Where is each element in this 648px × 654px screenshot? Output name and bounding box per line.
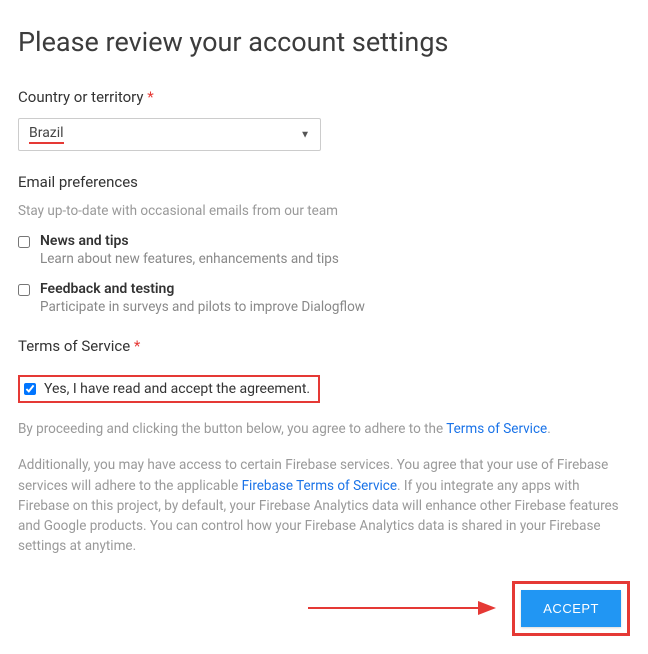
country-select-value: Brazil <box>29 125 64 144</box>
pref-desc: Participate in surveys and pilots to imp… <box>40 299 365 315</box>
pref-feedback-testing: Feedback and testing Participate in surv… <box>18 281 630 315</box>
tos-accept-row: Yes, I have read and accept the agreemen… <box>18 375 320 403</box>
pref-desc: Learn about new features, enhancements a… <box>40 251 339 267</box>
tos-accept-checkbox[interactable] <box>24 383 36 395</box>
email-pref-subtext: Stay up-to-date with occasional emails f… <box>18 203 630 219</box>
email-pref-label: Email preferences <box>18 173 630 191</box>
country-label: Country or territory * <box>18 88 630 106</box>
required-asterisk: * <box>134 337 140 355</box>
country-select[interactable]: Brazil ▼ <box>18 118 321 151</box>
tos-label-text: Terms of Service <box>18 337 130 355</box>
annotation-arrow-icon <box>308 593 498 623</box>
page-title: Please review your account settings <box>18 26 630 58</box>
tos-accept-label: Yes, I have read and accept the agreemen… <box>44 381 310 397</box>
firebase-tos-link[interactable]: Firebase Terms of Service <box>242 478 397 494</box>
accept-button-highlight: ACCEPT <box>512 581 630 636</box>
tos-p1-a: By proceeding and clicking the button be… <box>18 421 446 437</box>
pref-news-tips-checkbox[interactable] <box>18 236 30 248</box>
terms-of-service-link[interactable]: Terms of Service <box>446 421 547 437</box>
tos-label: Terms of Service * <box>18 337 630 355</box>
tos-paragraph-1: By proceeding and clicking the button be… <box>18 419 630 439</box>
pref-feedback-testing-checkbox[interactable] <box>18 284 30 296</box>
chevron-down-icon: ▼ <box>300 129 310 140</box>
tos-paragraph-2: Additionally, you may have access to cer… <box>18 455 630 556</box>
country-label-text: Country or territory <box>18 88 143 106</box>
pref-title: Feedback and testing <box>40 281 365 297</box>
accept-button[interactable]: ACCEPT <box>521 590 621 627</box>
pref-title: News and tips <box>40 233 339 249</box>
pref-news-tips: News and tips Learn about new features, … <box>18 233 630 267</box>
required-asterisk: * <box>147 88 153 106</box>
tos-p1-b: . <box>547 421 551 437</box>
